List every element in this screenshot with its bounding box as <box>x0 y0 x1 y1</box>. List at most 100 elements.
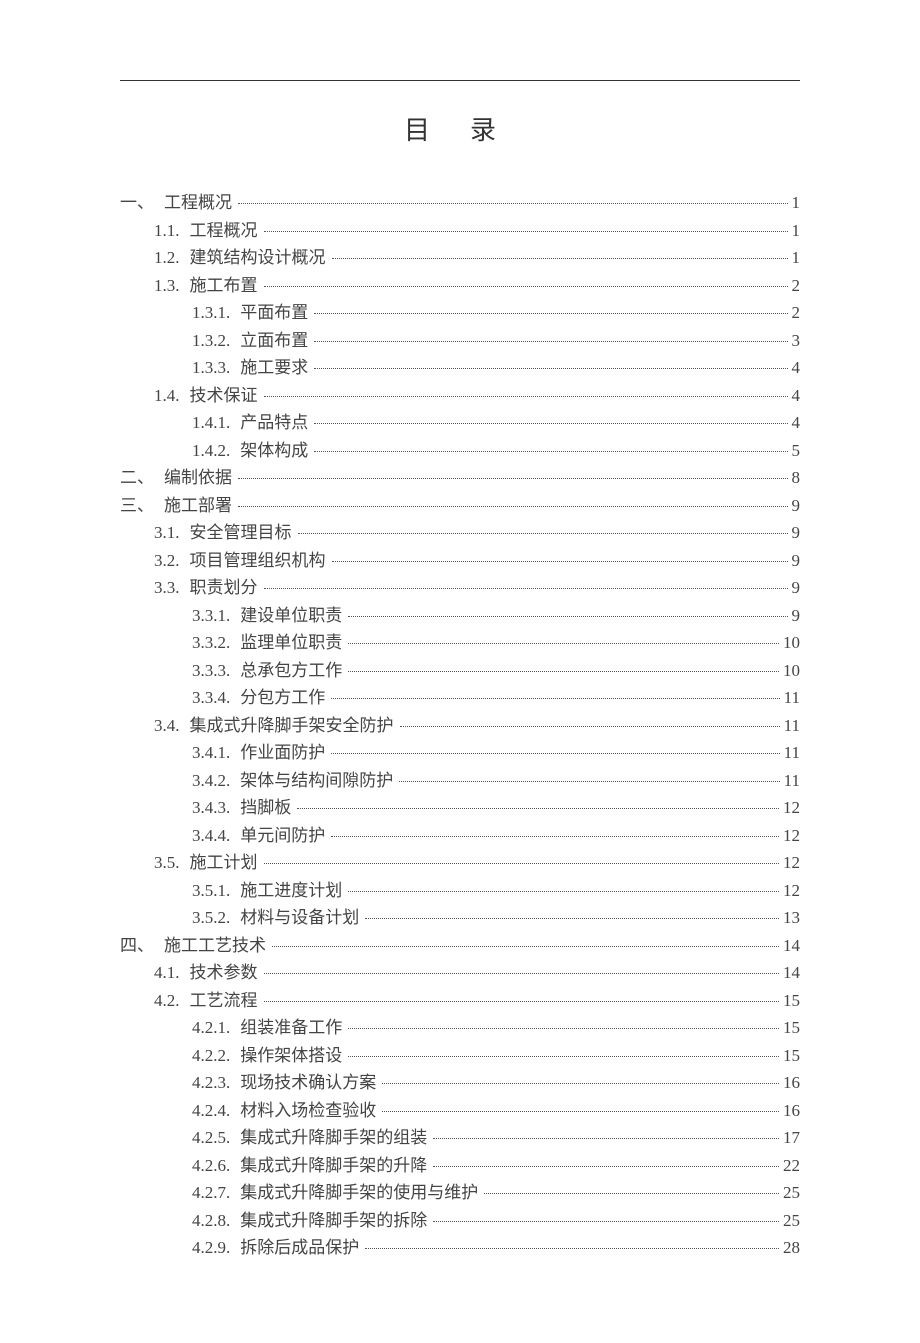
toc-leader-dots <box>399 781 779 782</box>
toc-row: 4.2.7.集成式升降脚手架的使用与维护25 <box>120 1180 800 1206</box>
toc-number: 1.3.1. <box>192 300 240 326</box>
toc-page-number: 5 <box>790 438 801 464</box>
toc-row: 4.2.1.组装准备工作 15 <box>120 1015 800 1041</box>
toc-label: 总承包方工作 <box>240 658 346 684</box>
toc-leader-dots <box>314 368 787 369</box>
toc-leader-dots <box>400 726 780 727</box>
toc-number: 1.3.3. <box>192 355 240 381</box>
toc-leader-dots <box>297 808 779 809</box>
toc-number: 3.5.2. <box>192 905 240 931</box>
toc-leader-dots <box>264 588 788 589</box>
toc-row: 4.2.3.现场技术确认方案16 <box>120 1070 800 1096</box>
toc-leader-dots <box>298 533 788 534</box>
toc-number: 3.1. <box>154 520 190 546</box>
toc-label: 施工计划 <box>190 850 262 876</box>
toc-label: 编制依据 <box>164 465 236 491</box>
page-title: 目录 <box>140 111 800 150</box>
toc-number: 三、 <box>120 493 164 519</box>
toc-leader-dots <box>264 1001 780 1002</box>
toc-row: 3.4.1.作业面防护11 <box>120 740 800 766</box>
toc-number: 1.2. <box>154 245 190 271</box>
toc-row: 4.2.5.集成式升降脚手架的组装17 <box>120 1125 800 1151</box>
toc-number: 1.3. <box>154 273 190 299</box>
toc-leader-dots <box>348 671 779 672</box>
toc-label: 监理单位职责 <box>240 630 346 656</box>
document-page: 目录 一、工程概况11.1.工程概况11.2.建筑结构设计概况11.3.施工布置… <box>0 0 920 1343</box>
toc-leader-dots <box>331 753 779 754</box>
toc-row: 3.5.施工计划12 <box>120 850 800 876</box>
toc-leader-dots <box>348 891 779 892</box>
toc-label: 架体构成 <box>240 438 312 464</box>
toc-page-number: 25 <box>781 1208 800 1234</box>
toc-label: 架体与结构间隙防护 <box>240 768 397 794</box>
toc-label: 单元间防护 <box>240 823 329 849</box>
toc-row: 1.4.1.产品特点4 <box>120 410 800 436</box>
toc-label: 材料与设备计划 <box>240 905 363 931</box>
toc-page-number: 4 <box>790 410 801 436</box>
toc-number: 4.1. <box>154 960 190 986</box>
toc-page-number: 12 <box>781 878 800 904</box>
toc-number: 二、 <box>120 465 164 491</box>
toc-row: 1.3.施工布置 2 <box>120 273 800 299</box>
toc-page-number: 3 <box>790 328 801 354</box>
toc-leader-dots <box>264 973 780 974</box>
toc-number: 1.4. <box>154 383 190 409</box>
toc-label: 集成式升降脚手架的升降 <box>240 1153 431 1179</box>
toc-row: 一、工程概况1 <box>120 190 800 216</box>
toc-number: 4.2.7. <box>192 1180 240 1206</box>
toc-row: 3.3.4.分包方工作11 <box>120 685 800 711</box>
toc-number: 一、 <box>120 190 164 216</box>
toc-page-number: 9 <box>790 493 801 519</box>
toc-number: 3.3.1. <box>192 603 240 629</box>
toc-label: 施工要求 <box>240 355 312 381</box>
toc-row: 1.2.建筑结构设计概况1 <box>120 245 800 271</box>
toc-number: 4.2.1. <box>192 1015 240 1041</box>
toc-page-number: 11 <box>782 713 800 739</box>
toc-number: 3.4. <box>154 713 190 739</box>
toc-number: 四、 <box>120 933 164 959</box>
table-of-contents: 一、工程概况11.1.工程概况11.2.建筑结构设计概况11.3.施工布置21.… <box>120 190 800 1261</box>
toc-page-number: 10 <box>781 630 800 656</box>
toc-page-number: 17 <box>781 1125 800 1151</box>
toc-number: 1.3.2. <box>192 328 240 354</box>
toc-label: 集成式升降脚手架的组装 <box>240 1125 431 1151</box>
toc-leader-dots <box>484 1193 779 1194</box>
toc-leader-dots <box>314 451 787 452</box>
toc-leader-dots <box>264 396 788 397</box>
toc-number: 3.3.2. <box>192 630 240 656</box>
toc-label: 施工布置 <box>190 273 262 299</box>
toc-row: 1.3.2.立面布置3 <box>120 328 800 354</box>
toc-row: 四、施工工艺技术14 <box>120 933 800 959</box>
toc-leader-dots <box>332 561 788 562</box>
toc-label: 现场技术确认方案 <box>240 1070 380 1096</box>
toc-page-number: 11 <box>782 740 800 766</box>
toc-page-number: 15 <box>781 1015 800 1041</box>
toc-leader-dots <box>331 698 779 699</box>
toc-row: 1.3.3.施工要求 4 <box>120 355 800 381</box>
toc-label: 集成式升降脚手架的拆除 <box>240 1208 431 1234</box>
toc-page-number: 1 <box>790 245 801 271</box>
toc-leader-dots <box>264 863 780 864</box>
toc-number: 3.4.3. <box>192 795 240 821</box>
toc-page-number: 1 <box>790 218 801 244</box>
toc-label: 工程概况 <box>190 218 262 244</box>
toc-leader-dots <box>348 643 779 644</box>
toc-leader-dots <box>238 478 788 479</box>
toc-row: 3.4.集成式升降脚手架安全防护 11 <box>120 713 800 739</box>
toc-label: 集成式升降脚手架安全防护 <box>190 713 398 739</box>
toc-leader-dots <box>382 1083 779 1084</box>
toc-row: 4.2.4.材料入场检查验收16 <box>120 1098 800 1124</box>
toc-leader-dots <box>314 341 787 342</box>
toc-label: 作业面防护 <box>240 740 329 766</box>
toc-page-number: 4 <box>790 355 801 381</box>
toc-row: 4.2.工艺流程15 <box>120 988 800 1014</box>
toc-leader-dots <box>348 616 787 617</box>
toc-row: 3.5.1.施工进度计划12 <box>120 878 800 904</box>
toc-label: 组装准备工作 <box>240 1015 346 1041</box>
toc-leader-dots <box>348 1056 779 1057</box>
toc-label: 建设单位职责 <box>240 603 346 629</box>
toc-page-number: 16 <box>781 1098 800 1124</box>
toc-page-number: 2 <box>790 273 801 299</box>
toc-label: 施工进度计划 <box>240 878 346 904</box>
toc-leader-dots <box>238 506 788 507</box>
